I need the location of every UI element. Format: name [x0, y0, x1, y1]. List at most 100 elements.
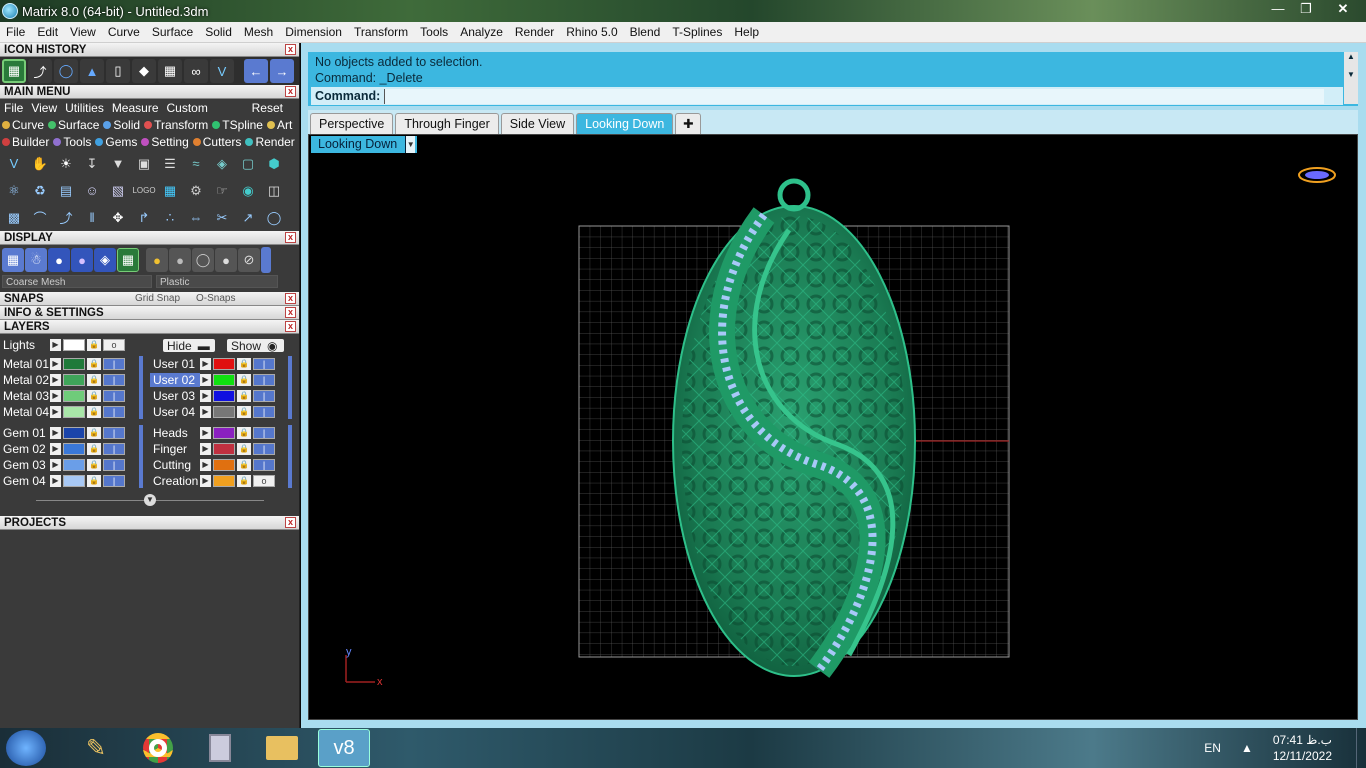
icon-history-header[interactable]: ICON HISTORY x [0, 43, 299, 57]
category-builder[interactable]: Builder [2, 135, 49, 149]
face-icon[interactable]: ☺ [80, 179, 104, 203]
main-menu-file[interactable]: File [0, 101, 27, 115]
info-settings-header[interactable]: INFO & SETTINGS x [0, 306, 299, 320]
layer-row[interactable]: Finger ▶ 🔒 | [150, 441, 275, 456]
lock-icon[interactable]: 🔒 [237, 357, 251, 370]
shaded-sphere-icon[interactable]: ● [48, 248, 70, 272]
layer-color-swatch[interactable] [213, 389, 235, 402]
category-cutters[interactable]: Cutters [192, 135, 241, 149]
circle-icon[interactable]: ◯ [54, 59, 78, 83]
lock-icon[interactable]: 🔒 [87, 458, 101, 471]
layer-color-swatch[interactable] [213, 474, 235, 487]
split-icon[interactable]: ‖ [80, 206, 104, 230]
curve-points-icon[interactable]: ⤴ [28, 59, 52, 83]
close-icon[interactable]: x [285, 86, 296, 97]
layer-color-swatch[interactable] [63, 405, 85, 418]
v-logo-icon[interactable]: V [210, 59, 234, 83]
menu-curve[interactable]: Curve [102, 22, 146, 43]
add-tab-icon[interactable]: ✚ [675, 113, 702, 134]
cursor-select-icon[interactable]: ↗ [236, 206, 260, 230]
expand-arrow-icon[interactable]: ▶ [200, 373, 211, 386]
menu-transform[interactable]: Transform [348, 22, 414, 43]
tab-through-finger[interactable]: Through Finger [395, 113, 499, 134]
layer-row[interactable]: Heads ▶ 🔒 | [150, 425, 275, 440]
tray-expand-icon[interactable]: ▲ [1241, 741, 1253, 755]
lock-icon[interactable]: 🔒 [237, 426, 251, 439]
chain-icon[interactable]: ∞ [184, 59, 208, 83]
visibility-icon[interactable]: | [103, 357, 125, 370]
menu-view[interactable]: View [64, 22, 102, 43]
grid-icon[interactable]: ▦ [158, 179, 182, 203]
cut-tool-icon[interactable]: ✂ [210, 206, 234, 230]
visibility-icon[interactable]: | [253, 373, 275, 386]
lock-icon[interactable]: 🔒 [87, 474, 101, 487]
visibility-icon[interactable]: | [253, 442, 275, 455]
curve-icon[interactable]: ⤴ [54, 206, 78, 230]
gem-icon[interactable]: ◆ [132, 59, 156, 83]
lock-icon[interactable]: 🔒 [87, 389, 101, 402]
link-icon[interactable]: ⇔ [184, 206, 208, 230]
expand-arrow-icon[interactable]: ▶ [50, 357, 61, 370]
layer-color-swatch[interactable] [63, 458, 85, 471]
funnel-icon[interactable]: ▼ [106, 152, 130, 176]
layer-color-swatch[interactable] [213, 458, 235, 471]
close-icon[interactable]: x [285, 232, 296, 243]
save-icon[interactable]: ◫ [262, 179, 286, 203]
layer-row[interactable]: Creation ▶ 🔒 o [150, 473, 275, 488]
grid-snap-toggle[interactable]: Grid Snap [135, 292, 180, 306]
menu-analyze[interactable]: Analyze [454, 22, 509, 43]
wave-icon[interactable]: ≈ [184, 152, 208, 176]
menu-blend[interactable]: Blend [624, 22, 667, 43]
expand-arrow-icon[interactable]: ▶ [200, 426, 211, 439]
figure-icon[interactable]: ▧ [106, 179, 130, 203]
matte-material-icon[interactable]: ● [215, 248, 237, 272]
reset-button[interactable]: Reset [248, 101, 299, 115]
xray-material-icon[interactable]: ⊘ [238, 248, 260, 272]
expand-arrow-icon[interactable]: ▶ [50, 389, 61, 402]
layer-row[interactable]: Cutting ▶ 🔒 | [150, 457, 275, 472]
layer-row-lights[interactable]: Lights ▶ 🔒 o [0, 337, 125, 352]
visibility-icon[interactable]: | [103, 426, 125, 439]
category-setting[interactable]: Setting [141, 135, 189, 149]
category-tools[interactable]: Tools [53, 135, 91, 149]
lock-icon[interactable]: 🔒 [87, 442, 101, 455]
gold-material-icon[interactable]: ● [146, 248, 168, 272]
gear-icon[interactable]: ⚙ [184, 179, 208, 203]
globe-icon[interactable]: ◉ [236, 179, 260, 203]
category-tspline[interactable]: TSpline [212, 118, 263, 132]
close-icon[interactable]: x [285, 321, 296, 332]
layer-row[interactable]: Metal 04 ▶ 🔒 | [0, 404, 125, 419]
language-indicator[interactable]: EN [1204, 741, 1221, 755]
view-cube-icon[interactable] [1298, 167, 1336, 183]
wireframe-icon[interactable]: ▦ [2, 248, 24, 272]
spray-icon[interactable]: ∴ [158, 206, 182, 230]
menu-solid[interactable]: Solid [199, 22, 238, 43]
menu-help[interactable]: Help [728, 22, 765, 43]
display-scroll-icon[interactable] [261, 247, 271, 273]
expand-arrow-icon[interactable]: ▶ [50, 442, 61, 455]
visibility-icon[interactable]: | [103, 474, 125, 487]
lock-icon[interactable]: 🔒 [87, 373, 101, 386]
menu-render[interactable]: Render [509, 22, 560, 43]
minimize-button[interactable]: — [1264, 0, 1292, 20]
visibility-icon[interactable]: | [103, 405, 125, 418]
viewport-looking-down[interactable]: Looking Down ▼ y x [308, 134, 1358, 720]
forward-arrow-icon[interactable]: → [270, 59, 294, 83]
v-logo-icon[interactable]: V [2, 152, 26, 176]
main-menu-custom[interactable]: Custom [163, 101, 212, 115]
cube-icon[interactable]: ⬢ [262, 152, 286, 176]
expand-arrow-icon[interactable]: ▶ [200, 389, 211, 402]
visibility-icon[interactable]: | [253, 389, 275, 402]
snaps-header[interactable]: SNAPS Grid Snap O-Snaps x [0, 292, 299, 306]
visibility-icon[interactable]: | [253, 458, 275, 471]
display-header[interactable]: DISPLAY x [0, 231, 299, 245]
material-select[interactable]: Plastic [156, 275, 278, 288]
start-button[interactable] [6, 730, 46, 766]
file-explorer-icon[interactable] [256, 729, 308, 767]
arc-icon[interactable]: ⌒ [28, 206, 52, 230]
close-icon[interactable]: x [285, 293, 296, 304]
main-menu-header[interactable]: MAIN MENU x [0, 85, 299, 99]
close-icon[interactable]: x [285, 517, 296, 528]
expand-arrow-icon[interactable]: ▶ [50, 458, 61, 471]
command-scrollbar[interactable]: ▲ ▼ [1344, 52, 1358, 104]
